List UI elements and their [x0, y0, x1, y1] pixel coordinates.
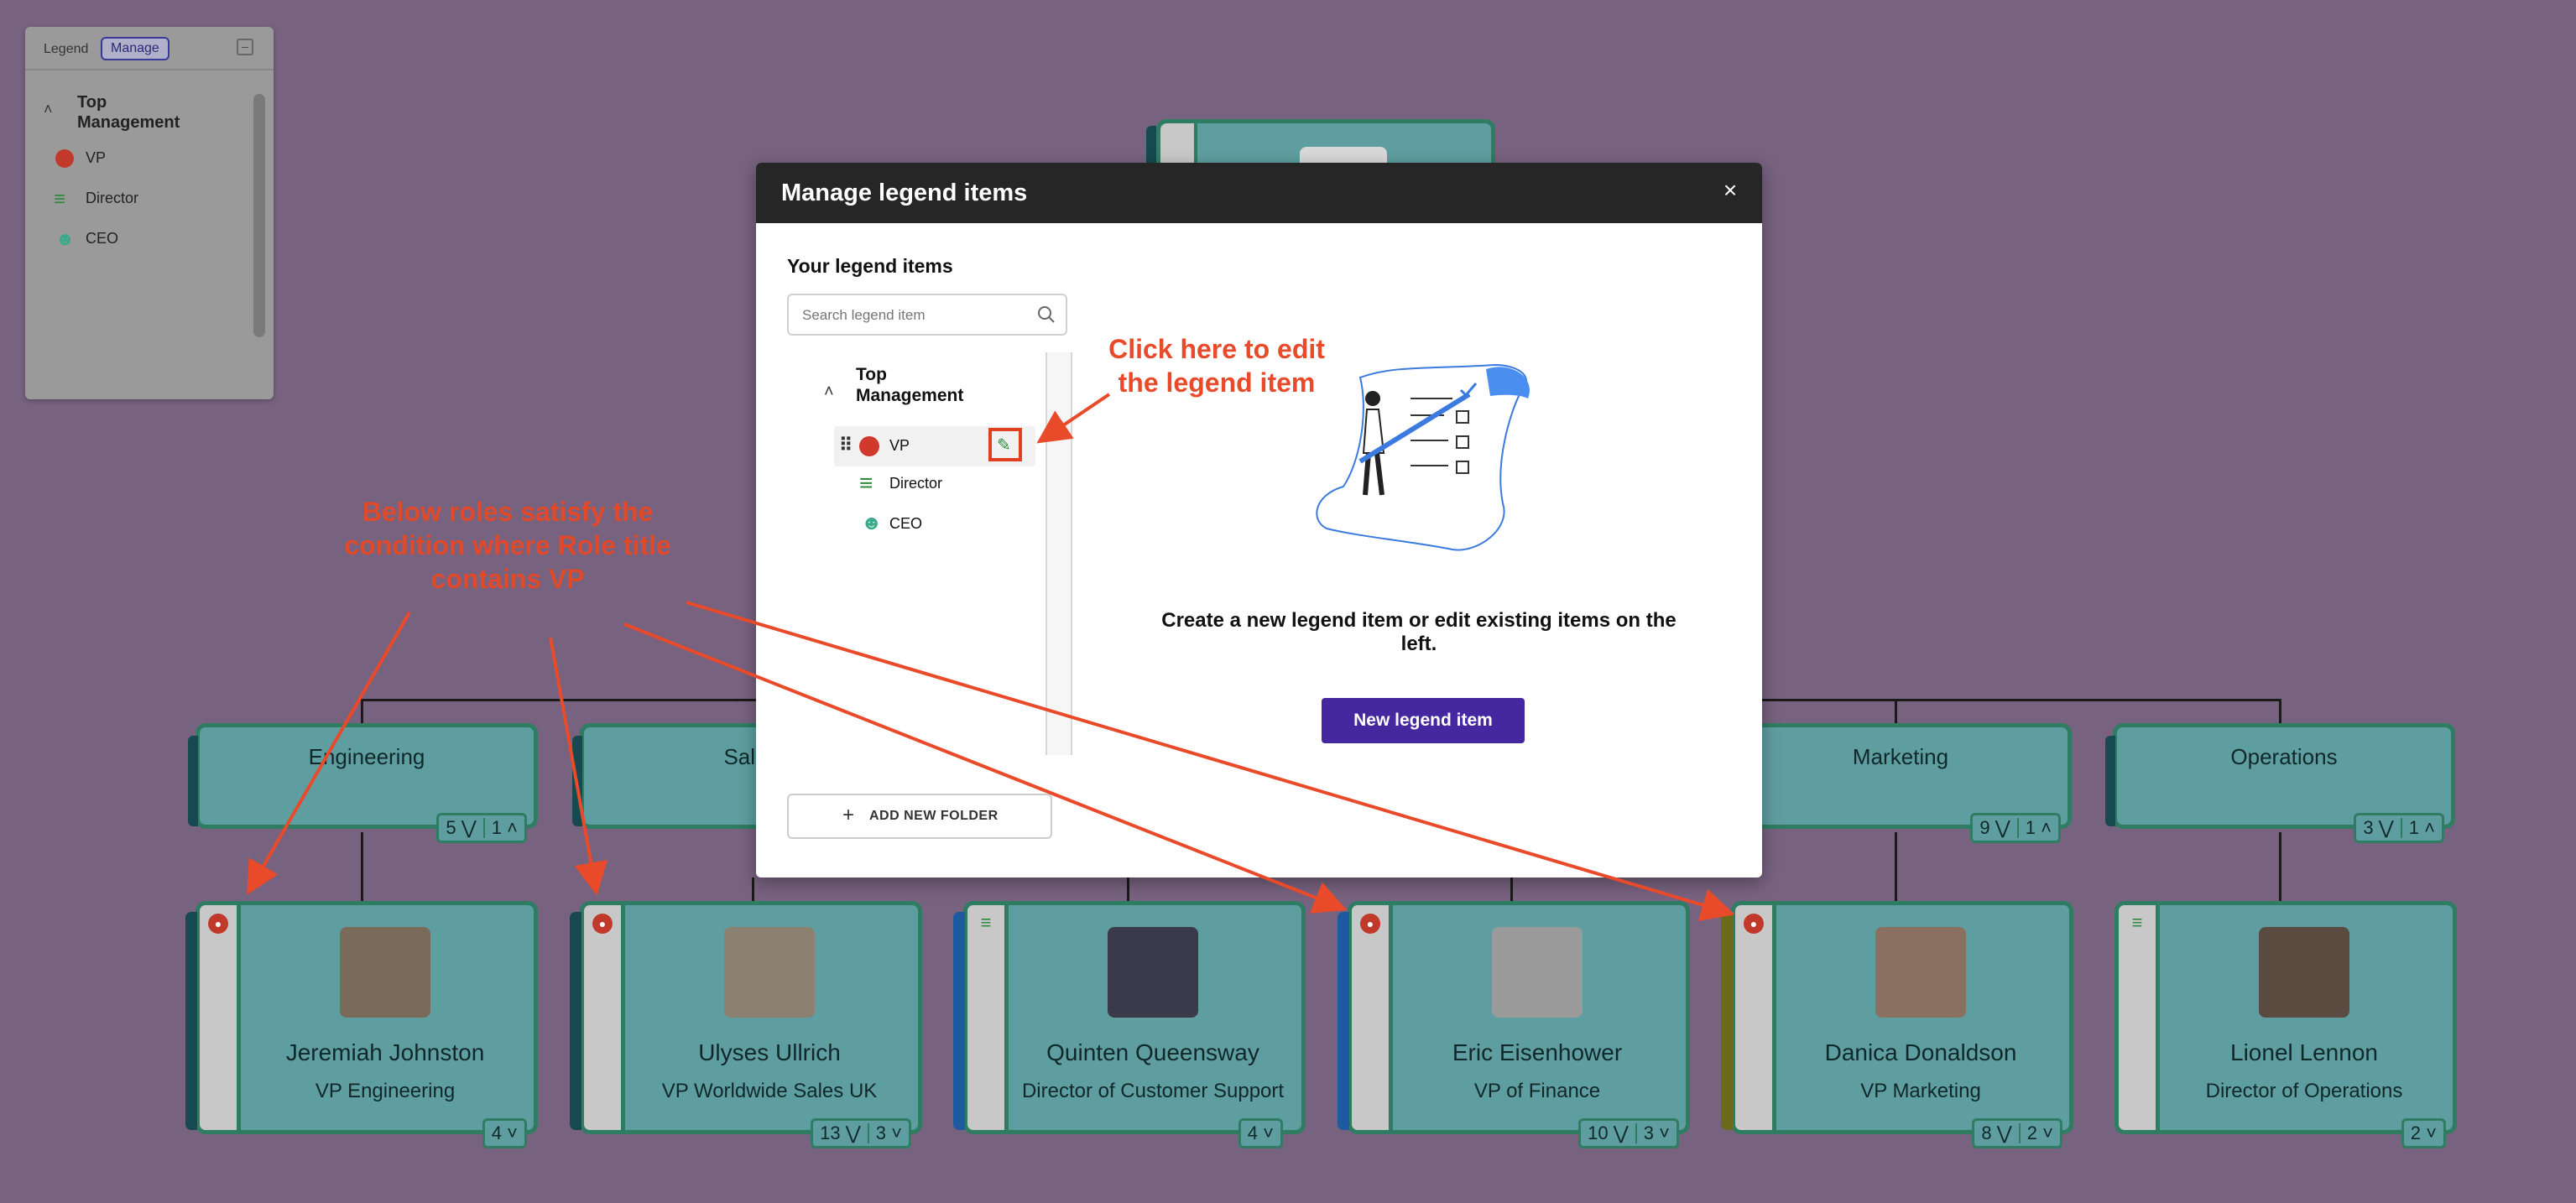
annotation-arrows: [247, 393, 1735, 922]
